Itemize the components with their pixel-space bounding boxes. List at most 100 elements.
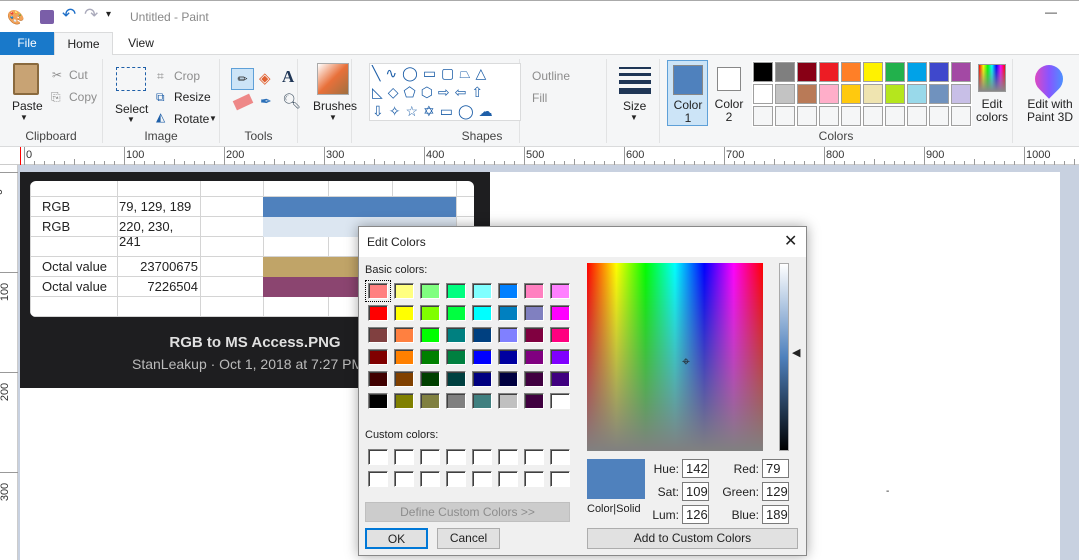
palette-empty-swatch[interactable] — [774, 105, 796, 127]
undo-icon[interactable]: ↶ — [62, 5, 76, 25]
basic-color-swatch[interactable] — [472, 283, 492, 299]
palette-swatch[interactable] — [752, 61, 774, 83]
basic-color-swatch[interactable] — [524, 305, 544, 321]
basic-color-swatch[interactable] — [524, 393, 544, 409]
color2-button[interactable]: Color 2 — [713, 98, 745, 124]
basic-color-swatch[interactable] — [524, 349, 544, 365]
basic-color-swatch[interactable] — [524, 371, 544, 387]
basic-color-swatch[interactable] — [368, 349, 388, 365]
palette-swatch[interactable] — [906, 83, 928, 105]
palette-swatch[interactable] — [840, 61, 862, 83]
palette-empty-swatch[interactable] — [818, 105, 840, 127]
fill-button[interactable]: Fill — [532, 91, 547, 105]
size-button[interactable]: Size — [623, 99, 646, 113]
basic-color-swatch[interactable] — [550, 371, 570, 387]
luminosity-arrow-icon[interactable]: ◀ — [792, 346, 800, 359]
basic-color-swatch[interactable] — [394, 393, 414, 409]
basic-color-swatch[interactable] — [446, 393, 466, 409]
palette-empty-swatch[interactable] — [752, 105, 774, 127]
basic-color-swatch[interactable] — [524, 283, 544, 299]
custom-color-swatch[interactable] — [472, 449, 492, 465]
palette-swatch[interactable] — [884, 83, 906, 105]
basic-color-swatch[interactable] — [550, 327, 570, 343]
cancel-button[interactable]: Cancel — [437, 528, 500, 549]
rotate-button[interactable]: Rotate — [174, 112, 209, 126]
basic-color-swatch[interactable] — [498, 349, 518, 365]
palette-swatch[interactable] — [884, 61, 906, 83]
tab-home[interactable]: Home — [54, 32, 113, 56]
add-to-custom-colors-button[interactable]: Add to Custom Colors — [587, 528, 798, 549]
custom-color-swatch[interactable] — [420, 449, 440, 465]
basic-color-swatch[interactable] — [420, 393, 440, 409]
save-icon[interactable] — [40, 10, 54, 24]
fill-bucket-icon[interactable]: ◈ — [259, 69, 271, 87]
basic-color-swatch[interactable] — [498, 283, 518, 299]
basic-color-swatch[interactable] — [550, 283, 570, 299]
tab-view[interactable]: View — [113, 32, 169, 55]
basic-color-swatch[interactable] — [498, 305, 518, 321]
basic-color-swatch[interactable] — [550, 349, 570, 365]
select-button[interactable]: Select — [115, 102, 148, 116]
basic-color-swatch[interactable] — [498, 327, 518, 343]
color-picker-icon[interactable]: ✒ — [260, 93, 272, 110]
basic-color-swatch[interactable] — [420, 283, 440, 299]
edit-colors-icon[interactable] — [978, 64, 1006, 92]
size-icon[interactable] — [619, 67, 651, 94]
lum-input[interactable]: 126 — [682, 505, 709, 524]
basic-color-swatch[interactable] — [368, 327, 388, 343]
crop-button[interactable]: Crop — [174, 69, 200, 83]
color-spectrum[interactable]: ⌖ — [587, 263, 763, 451]
shapes-gallery[interactable]: ╲∿◯▭▢⏢△ ◺◇⬠⬡⇨⇦⇧ ⇩✧☆✡▭◯☁ — [369, 63, 521, 121]
custom-color-swatch[interactable] — [524, 471, 544, 487]
custom-color-swatch[interactable] — [498, 449, 518, 465]
custom-color-swatch[interactable] — [446, 471, 466, 487]
palette-swatch[interactable] — [906, 61, 928, 83]
palette-swatch[interactable] — [928, 83, 950, 105]
palette-empty-swatch[interactable] — [906, 105, 928, 127]
basic-color-swatch[interactable] — [420, 305, 440, 321]
basic-color-swatch[interactable] — [524, 327, 544, 343]
palette-empty-swatch[interactable] — [884, 105, 906, 127]
edit-colors-button[interactable]: Edit colors — [973, 98, 1011, 124]
custom-color-swatch[interactable] — [498, 471, 518, 487]
basic-color-swatch[interactable] — [498, 393, 518, 409]
custom-color-swatch[interactable] — [394, 471, 414, 487]
minimize-button[interactable]: — — [1045, 5, 1057, 19]
palette-swatch[interactable] — [862, 61, 884, 83]
custom-color-swatch[interactable] — [550, 471, 570, 487]
basic-color-swatch[interactable] — [472, 349, 492, 365]
green-input[interactable]: 129 — [762, 482, 789, 501]
basic-color-swatch[interactable] — [446, 327, 466, 343]
basic-color-swatch[interactable] — [420, 371, 440, 387]
basic-color-swatch[interactable] — [365, 280, 391, 302]
basic-color-swatch[interactable] — [446, 283, 466, 299]
select-icon[interactable] — [116, 67, 146, 91]
basic-color-swatch[interactable] — [368, 305, 388, 321]
basic-color-swatch[interactable] — [446, 349, 466, 365]
palette-swatch[interactable] — [950, 61, 972, 83]
tab-file[interactable]: File — [0, 32, 54, 55]
palette-swatch[interactable] — [928, 61, 950, 83]
luminosity-slider[interactable] — [779, 263, 789, 451]
palette-empty-swatch[interactable] — [796, 105, 818, 127]
red-input[interactable]: 79 — [762, 459, 789, 478]
resize-button[interactable]: Resize — [174, 90, 211, 104]
paste-button[interactable]: Paste — [12, 99, 43, 113]
basic-color-swatch[interactable] — [394, 305, 414, 321]
text-tool-icon[interactable]: A — [282, 67, 294, 87]
eraser-icon[interactable] — [232, 93, 254, 111]
basic-color-swatch[interactable] — [394, 327, 414, 343]
custom-color-swatch[interactable] — [368, 449, 388, 465]
basic-color-swatch[interactable] — [368, 371, 388, 387]
palette-empty-swatch[interactable] — [950, 105, 972, 127]
custom-color-swatch[interactable] — [446, 449, 466, 465]
basic-color-swatch[interactable] — [368, 393, 388, 409]
palette-swatch[interactable] — [840, 83, 862, 105]
palette-empty-swatch[interactable] — [862, 105, 884, 127]
palette-swatch[interactable] — [752, 83, 774, 105]
brushes-button[interactable]: Brushes — [313, 99, 357, 113]
redo-icon[interactable]: ↷ — [84, 5, 98, 25]
basic-color-swatch[interactable] — [472, 327, 492, 343]
basic-color-swatch[interactable] — [394, 283, 414, 299]
palette-swatch[interactable] — [774, 61, 796, 83]
